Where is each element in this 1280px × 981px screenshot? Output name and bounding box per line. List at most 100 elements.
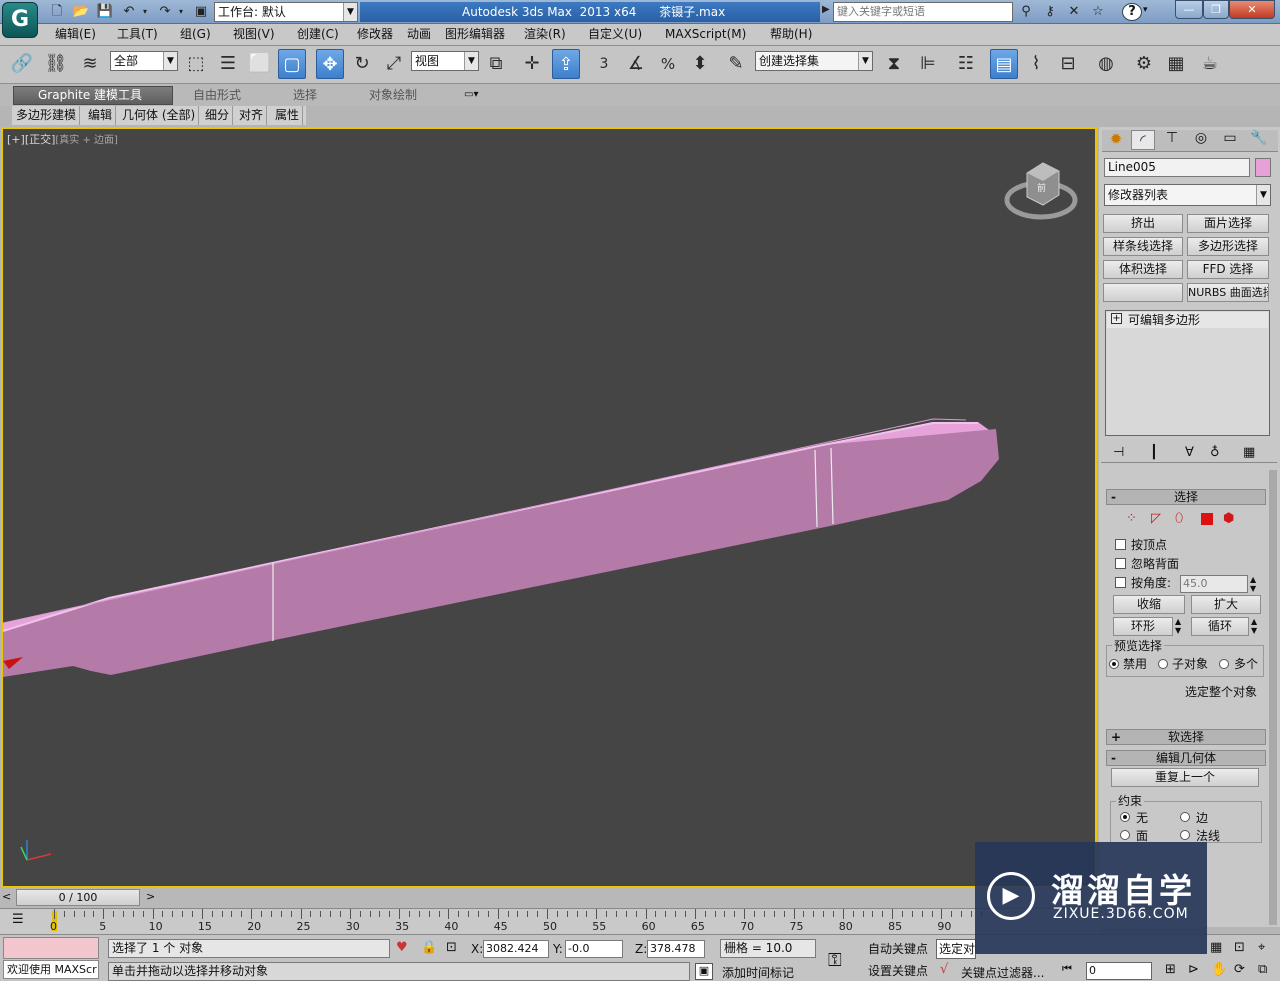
modifier-spline-select-button[interactable]: 样条线选择 xyxy=(1103,237,1183,256)
close-button[interactable]: ✕ xyxy=(1229,0,1275,19)
edge-subobject-icon[interactable]: ◸ xyxy=(1151,511,1161,526)
modifier-stack-list[interactable] xyxy=(1105,310,1270,436)
pan-view-icon[interactable]: ✋ xyxy=(1211,962,1227,977)
percent-snap-icon[interactable]: % xyxy=(654,49,682,79)
current-frame-field[interactable]: 0 xyxy=(1086,962,1152,980)
display-tab-icon[interactable]: ▭ xyxy=(1218,130,1242,150)
search-input[interactable]: 键入关键字或短语 xyxy=(833,2,1013,22)
field-of-view-icon[interactable]: ⊳ xyxy=(1188,962,1199,977)
by-vertex-checkbox[interactable] xyxy=(1115,539,1126,550)
named-selection-dropdown[interactable]: 创建选择集 ▼ xyxy=(755,51,873,71)
subtab-align[interactable]: 对齐 xyxy=(236,106,268,125)
shrink-button[interactable]: 收缩 xyxy=(1113,595,1185,614)
redo-icon[interactable]: ↷ xyxy=(156,3,174,20)
go-to-start-icon[interactable]: ⏮ xyxy=(1062,962,1072,976)
render-teapot-icon[interactable]: ☕ xyxy=(1196,49,1224,79)
subtab-edit[interactable]: 编辑 xyxy=(85,106,117,125)
ribbon-options-icon[interactable]: ▭▾ xyxy=(464,89,486,101)
edit-named-selection-icon[interactable]: ✎ xyxy=(722,49,750,79)
modifier-ffd-select-button[interactable]: FFD 选择 xyxy=(1187,260,1269,279)
loop-spinner-icon[interactable]: ▲ ▼ xyxy=(1251,617,1257,635)
menu-animation[interactable]: 动画 xyxy=(407,26,431,42)
key-selection-dropdown[interactable]: 选定对 xyxy=(936,939,976,959)
configure-modifier-sets-icon[interactable]: ▦ xyxy=(1243,445,1255,460)
modifier-empty-button[interactable] xyxy=(1103,283,1183,302)
tab-object-paint[interactable]: 对象绘制 xyxy=(369,87,417,103)
schematic-view-icon[interactable]: ⊟ xyxy=(1054,49,1082,79)
subtab-polygon-modeling[interactable]: 多边形建模 xyxy=(13,106,81,125)
show-end-result-icon[interactable]: ┃ xyxy=(1150,445,1158,460)
help-icon[interactable]: ? xyxy=(1122,3,1142,21)
isolate-selection-icon[interactable]: ♥ xyxy=(396,940,408,955)
selection-rollout-header[interactable]: - 选择 xyxy=(1106,489,1266,505)
polygon-subobject-icon[interactable] xyxy=(1201,513,1213,525)
binoculars-icon[interactable]: ⚲ xyxy=(1017,3,1035,20)
minimize-button[interactable]: — xyxy=(1175,0,1203,19)
ignore-backface-checkbox[interactable] xyxy=(1115,558,1126,569)
link-icon[interactable]: 🔗 xyxy=(8,49,36,79)
add-time-tag-label[interactable]: 添加时间标记 xyxy=(722,966,794,980)
modifier-extrude-button[interactable]: 挤出 xyxy=(1103,214,1183,233)
modifier-poly-select-button[interactable]: 多边形选择 xyxy=(1187,237,1269,256)
menu-group[interactable]: 组(G) xyxy=(180,26,211,42)
time-prev-icon[interactable]: < xyxy=(2,890,11,903)
angle-spinner[interactable]: 45.0 xyxy=(1180,575,1248,593)
select-and-move-icon[interactable]: ✥ xyxy=(316,49,344,79)
auto-key-button[interactable]: 自动关键点 xyxy=(868,942,928,956)
curve-editor-icon[interactable]: ⌇ xyxy=(1022,49,1050,79)
menu-view[interactable]: 视图(V) xyxy=(233,26,275,42)
search-expand-icon[interactable]: ▶ xyxy=(822,4,830,15)
maximize-viewport-icon[interactable]: ⧉ xyxy=(1258,962,1267,977)
select-manipulate-icon[interactable]: ✛ xyxy=(518,49,546,79)
make-unique-icon[interactable]: ∀ xyxy=(1185,445,1194,460)
object-color-swatch[interactable] xyxy=(1255,158,1271,177)
redo-dropdown-icon[interactable]: ▾ xyxy=(176,3,186,20)
rendered-frame-icon[interactable]: ▦ xyxy=(1162,49,1190,79)
constraint-face-radio[interactable] xyxy=(1120,830,1130,840)
modifier-vol-select-button[interactable]: 体积选择 xyxy=(1103,260,1183,279)
loop-button[interactable]: 循环 xyxy=(1191,617,1249,636)
time-tag-icon[interactable]: ▣ xyxy=(695,963,713,980)
curve-editor-mini-icon[interactable]: ☰ xyxy=(12,912,32,930)
tab-selection[interactable]: 选择 xyxy=(293,87,317,103)
open-file-icon[interactable]: 📂 xyxy=(72,3,90,20)
menu-tools[interactable]: 工具(T) xyxy=(117,26,158,42)
orbit-icon[interactable]: ⟳ xyxy=(1234,962,1245,977)
maxscript-listener-mini[interactable] xyxy=(3,937,99,959)
subtab-geometry-all[interactable]: 几何体 (全部) xyxy=(119,106,200,125)
absolute-mode-icon[interactable]: ⊡ xyxy=(446,940,457,955)
constraint-normal-radio[interactable] xyxy=(1180,830,1190,840)
communication-icon[interactable]: ✕ xyxy=(1065,3,1083,20)
new-file-icon[interactable]: 🗋 xyxy=(48,3,66,20)
preview-subobject-radio[interactable] xyxy=(1158,659,1168,669)
constraint-none-radio[interactable] xyxy=(1120,812,1130,822)
save-file-icon[interactable]: 💾 xyxy=(96,3,114,20)
mirror-icon[interactable]: ⧗ xyxy=(880,49,908,79)
x-coordinate-field[interactable]: 3082.424 xyxy=(483,940,549,958)
viewcube[interactable]: 前 xyxy=(1004,162,1078,220)
workspace-dropdown[interactable]: 工作台: 默认 ▼ xyxy=(214,2,358,22)
menu-create[interactable]: 创建(C) xyxy=(297,26,339,42)
modifier-list-dropdown[interactable]: 修改器列表 ▼ xyxy=(1104,184,1271,206)
border-subobject-icon[interactable]: ⬯ xyxy=(1175,511,1183,526)
teaspoon-tongs-mesh[interactable] xyxy=(3,418,999,677)
subtab-subdivision[interactable]: 细分 xyxy=(202,106,234,125)
command-panel-scrollbar[interactable] xyxy=(1269,470,1277,925)
by-angle-checkbox[interactable] xyxy=(1115,577,1126,588)
maxscript-input[interactable]: 欢迎使用 MAXScr xyxy=(3,960,99,979)
modifier-nurbs-select-button[interactable]: NURBS 曲面选择 xyxy=(1187,283,1269,302)
utilities-tab-icon[interactable]: 🔧 xyxy=(1247,130,1271,150)
subtab-properties[interactable]: 属性 xyxy=(272,106,304,125)
viewport-front[interactable]: [+][正交][真实 + 边面] 前 xyxy=(1,127,1097,888)
selection-filter-dropdown[interactable]: 全部 ▼ xyxy=(110,51,178,71)
menu-help[interactable]: 帮助(H) xyxy=(770,26,812,42)
keyboard-shortcut-override-icon[interactable]: ⇪ xyxy=(552,49,580,79)
modify-tab-icon[interactable]: ◜ xyxy=(1131,130,1155,150)
undo-icon[interactable]: ↶ xyxy=(120,3,138,20)
menu-modifiers[interactable]: 修改器 xyxy=(357,26,393,42)
select-object-icon[interactable]: ⬚ xyxy=(182,49,210,79)
angle-snap-icon[interactable]: ∡ xyxy=(622,49,650,79)
soft-selection-rollout-header[interactable]: + 软选择 xyxy=(1106,729,1266,745)
layer-manager-icon[interactable]: ☷ xyxy=(952,49,980,79)
align-icon[interactable]: ⊫ xyxy=(914,49,942,79)
